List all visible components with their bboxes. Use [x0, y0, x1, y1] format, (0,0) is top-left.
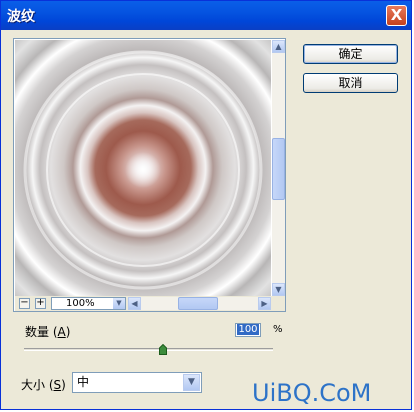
cancel-button[interactable]: 取消	[303, 73, 398, 93]
vertical-scroll-thumb[interactable]	[272, 138, 285, 200]
close-icon: X	[390, 6, 403, 24]
scroll-left-icon[interactable]: ◀	[128, 297, 141, 310]
zoom-level-value: 100%	[66, 298, 95, 309]
watermark-text: UiBQ.CoM	[252, 379, 372, 407]
horizontal-scroll-thumb[interactable]	[178, 297, 218, 310]
dialog-title: 波纹	[7, 9, 35, 25]
preview-horizontal-scrollbar[interactable]: ◀ ▶	[128, 297, 271, 310]
amount-slider-thumb[interactable]	[159, 344, 168, 355]
scroll-right-icon[interactable]: ▶	[258, 297, 271, 310]
zoom-out-button[interactable]: −	[19, 298, 30, 309]
ripple-preview-image[interactable]	[15, 40, 271, 296]
size-selected-value: 中	[77, 375, 90, 389]
preview-vertical-scrollbar[interactable]: ▲ ▼	[272, 40, 285, 296]
title-bar[interactable]: 波纹 X	[1, 1, 411, 30]
zoom-level-select[interactable]: 100% ▼	[51, 297, 126, 310]
ripple-dialog: 波纹 X ▲ ▼ − + 100% ▼ ◀ ▶ 确定 取消 数量 (A) 100…	[0, 0, 412, 410]
scroll-up-icon[interactable]: ▲	[272, 40, 285, 53]
amount-unit: %	[273, 324, 283, 335]
chevron-down-icon[interactable]: ▼	[113, 298, 125, 309]
preview-panel: ▲ ▼ − + 100% ▼ ◀ ▶	[13, 38, 286, 312]
zoom-in-button[interactable]: +	[35, 298, 46, 309]
amount-slider-track[interactable]	[24, 348, 273, 351]
ok-button[interactable]: 确定	[303, 44, 398, 64]
scroll-down-icon[interactable]: ▼	[272, 283, 285, 296]
chevron-down-icon[interactable]: ▼	[183, 374, 200, 391]
size-select[interactable]: 中 ▼	[72, 372, 202, 393]
amount-input[interactable]: 100	[235, 323, 261, 337]
amount-label: 数量 (A)	[25, 325, 71, 339]
close-button[interactable]: X	[386, 5, 407, 26]
size-label: 大小 (S)	[21, 378, 66, 392]
preview-bottom-bar: − + 100% ▼ ◀ ▶	[15, 296, 285, 311]
